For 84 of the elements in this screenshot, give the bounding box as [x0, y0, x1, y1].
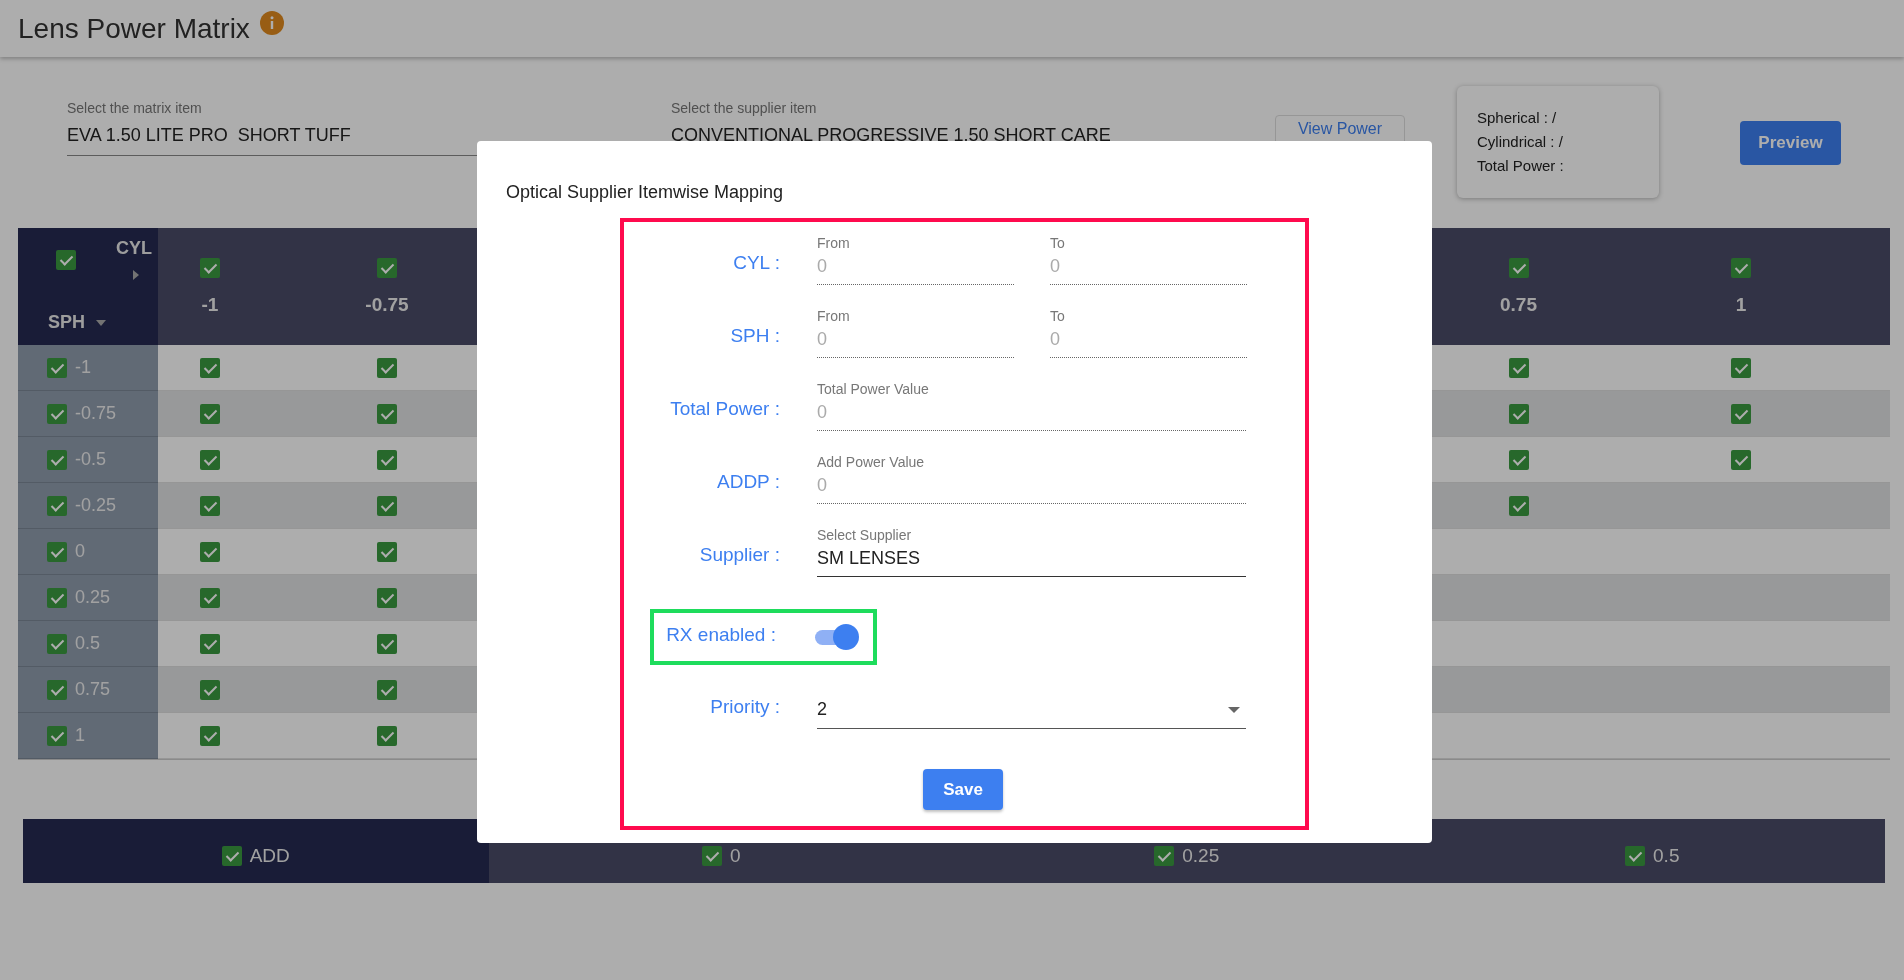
- checkbox[interactable]: [200, 541, 220, 562]
- checkbox[interactable]: [377, 633, 397, 654]
- column-label: -0.75: [365, 293, 409, 316]
- checkbox[interactable]: [47, 679, 67, 700]
- checkbox[interactable]: [56, 249, 76, 270]
- row-label: 0: [75, 541, 85, 562]
- checkbox[interactable]: [1508, 403, 1529, 424]
- row-label: -0.25: [75, 495, 117, 516]
- checkbox[interactable]: [701, 846, 722, 866]
- toggle-switch[interactable]: [813, 624, 859, 650]
- checkbox[interactable]: [47, 633, 67, 654]
- row-label: 0.5: [75, 633, 101, 654]
- add-label: 0.5: [1653, 845, 1680, 867]
- checkbox[interactable]: [377, 725, 397, 746]
- checkbox[interactable]: [200, 633, 220, 654]
- caret-down-icon[interactable]: [95, 318, 107, 327]
- checkbox[interactable]: [200, 679, 220, 700]
- field-label: Priority :: [709, 695, 780, 719]
- checkbox[interactable]: [47, 403, 67, 424]
- matrix-item-field[interactable]: Select the matrix item EVA 1.50 LITE PRO SHORT TUFF: [67, 99, 477, 156]
- checkbox[interactable]: [200, 257, 220, 278]
- checkbox[interactable]: [200, 357, 220, 378]
- page-title: Lens Power Matrix: [18, 12, 250, 45]
- column-axis-label: CYL: [116, 238, 152, 259]
- row-label: 0.75: [75, 679, 111, 700]
- power-info-text: Total Power :: [1477, 156, 1565, 176]
- row-label: 1: [75, 725, 85, 746]
- checkbox[interactable]: [377, 257, 397, 278]
- field-label: Supplier :: [698, 543, 780, 567]
- save-button[interactable]: Save: [923, 769, 1003, 810]
- row-label: 0.25: [75, 587, 111, 608]
- checkbox[interactable]: [47, 541, 67, 562]
- row-label: -0.5: [75, 449, 107, 470]
- column-label: 0.75: [1500, 293, 1537, 316]
- checkbox[interactable]: [1731, 257, 1751, 278]
- checkbox[interactable]: [221, 846, 242, 866]
- column-label: -1: [201, 293, 219, 316]
- checkbox[interactable]: [1625, 846, 1646, 866]
- caret-down-icon: [1228, 706, 1240, 713]
- checkbox[interactable]: [1508, 449, 1529, 470]
- info-icon[interactable]: [259, 10, 284, 35]
- checkbox[interactable]: [1508, 257, 1529, 278]
- checkbox[interactable]: [1154, 846, 1175, 866]
- checkbox[interactable]: [1731, 449, 1751, 470]
- power-info-text: Cylindrical : /: [1477, 132, 1564, 152]
- power-info-text: Spherical : /: [1477, 108, 1558, 128]
- checkbox[interactable]: [377, 495, 397, 516]
- input-field[interactable]: Select Supplier SM LENSES: [817, 526, 1246, 577]
- dialog-title: Optical Supplier Itemwise Mapping: [506, 181, 785, 203]
- checkbox[interactable]: [377, 679, 397, 700]
- checkbox[interactable]: [200, 449, 220, 470]
- field-label: Total Power :: [669, 397, 780, 421]
- checkbox[interactable]: [200, 495, 220, 516]
- field-label: RX enabled :: [665, 623, 776, 647]
- add-label: 0.25: [1182, 845, 1220, 867]
- field-label: SPH :: [729, 324, 780, 348]
- checkbox[interactable]: [377, 403, 397, 424]
- field-label: CYL :: [732, 251, 780, 275]
- column-label: 1: [1735, 293, 1747, 316]
- checkbox[interactable]: [47, 725, 67, 746]
- field-label: ADDP :: [716, 470, 780, 494]
- caret-right-icon[interactable]: [132, 269, 140, 281]
- checkbox[interactable]: [47, 357, 67, 378]
- checkbox[interactable]: [47, 587, 67, 608]
- checkbox[interactable]: [47, 449, 67, 470]
- checkbox[interactable]: [1508, 357, 1529, 378]
- checkbox[interactable]: [200, 587, 220, 608]
- checkbox[interactable]: [377, 587, 397, 608]
- preview-button[interactable]: Preview: [1740, 121, 1841, 165]
- checkbox[interactable]: [377, 541, 397, 562]
- checkbox[interactable]: [377, 449, 397, 470]
- row-label: -1: [75, 357, 91, 378]
- checkbox[interactable]: [200, 725, 220, 746]
- checkbox[interactable]: [377, 357, 397, 378]
- checkbox[interactable]: [1731, 403, 1751, 424]
- add-label: 0: [729, 845, 741, 867]
- checkbox[interactable]: [1731, 357, 1751, 378]
- row-label: -0.75: [75, 403, 117, 424]
- row-axis-label: SPH: [48, 312, 85, 333]
- checkbox[interactable]: [1508, 495, 1529, 516]
- checkbox[interactable]: [47, 495, 67, 516]
- priority-dropdown[interactable]: 2: [817, 695, 1246, 729]
- add-label: ADD: [249, 845, 290, 867]
- checkbox[interactable]: [200, 403, 220, 424]
